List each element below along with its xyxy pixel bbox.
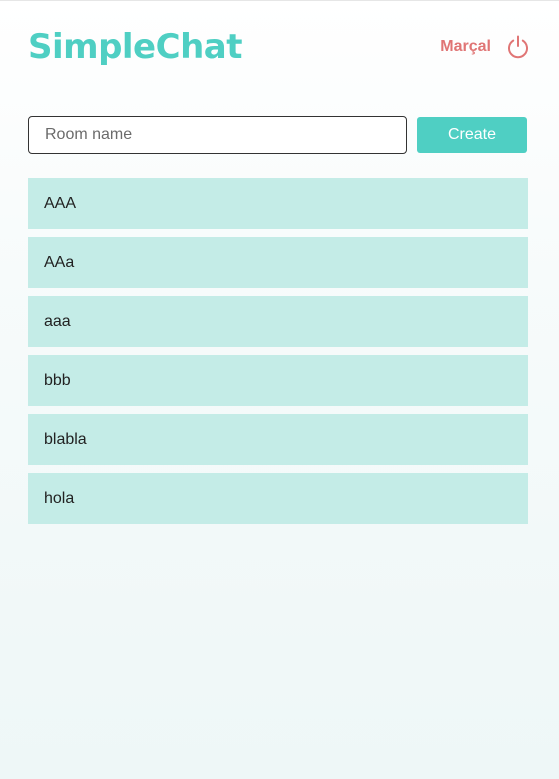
- room-name: blabla: [44, 430, 87, 448]
- username-label: Marçal: [440, 38, 491, 55]
- room-list-item[interactable]: AAA: [28, 178, 528, 229]
- room-list-item[interactable]: AAa: [28, 237, 528, 288]
- room-list-item[interactable]: bbb: [28, 355, 528, 406]
- room-name-input[interactable]: [28, 116, 407, 154]
- room-list: AAA AAa aaa bbb blabla hola: [28, 178, 528, 532]
- create-button[interactable]: Create: [417, 117, 527, 153]
- room-name: aaa: [44, 312, 71, 330]
- create-room-form: Create: [28, 116, 527, 154]
- room-name: bbb: [44, 371, 71, 389]
- app-title: SimpleChat: [28, 27, 242, 67]
- room-list-item[interactable]: aaa: [28, 296, 528, 347]
- room-name: AAA: [44, 194, 77, 212]
- power-icon: [508, 35, 528, 59]
- room-list-item[interactable]: blabla: [28, 414, 528, 465]
- room-name: AAa: [44, 253, 75, 271]
- room-list-item[interactable]: hola: [28, 473, 528, 524]
- logout-button[interactable]: [505, 34, 531, 60]
- room-name: hola: [44, 489, 75, 507]
- app-header: SimpleChat Marçal: [28, 23, 531, 71]
- user-area: Marçal: [440, 34, 531, 60]
